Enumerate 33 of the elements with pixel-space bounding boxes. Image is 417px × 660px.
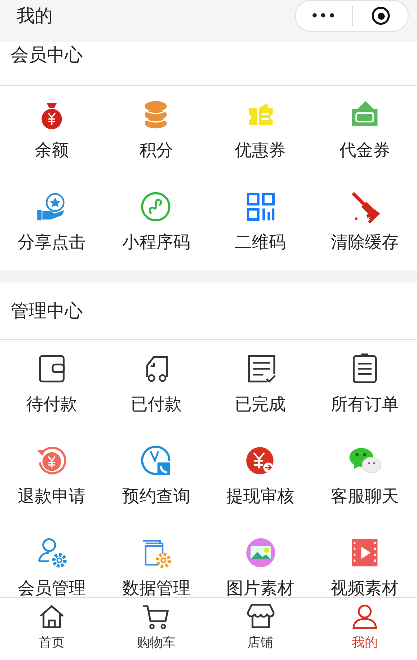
close-icon[interactable] xyxy=(372,7,390,25)
menu-item[interactable]: 分享点击 xyxy=(18,232,86,254)
menu-item[interactable]: 退款申请 xyxy=(18,486,86,508)
menu-item[interactable]: 所有订单 xyxy=(330,394,399,416)
page-title: 我的 xyxy=(17,5,53,28)
capsule-menu[interactable]: ••• xyxy=(295,0,409,32)
tab-item[interactable]: 店铺 xyxy=(208,598,313,660)
menu-item[interactable]: 优惠券 xyxy=(235,140,286,162)
menu-item[interactable]: 二维码 xyxy=(235,232,286,254)
image-circle-icon xyxy=(244,536,278,570)
link-circle-icon xyxy=(139,190,174,224)
clock-phone-icon xyxy=(139,444,174,478)
tab-item[interactable]: 首页 xyxy=(0,598,104,660)
menu-item[interactable]: 小程序码 xyxy=(122,232,190,254)
menu-item[interactable]: 余额 xyxy=(35,140,70,162)
menu-item[interactable]: 积分 xyxy=(139,140,174,162)
menu-item[interactable]: 预约查询 xyxy=(122,486,190,508)
menu-item[interactable]: 数据管理 xyxy=(122,578,190,597)
tab-item[interactable]: 购物车 xyxy=(104,598,208,660)
menu-item[interactable]: 图片素材 xyxy=(226,578,295,597)
menu-item[interactable]: 清除缓存 xyxy=(330,232,399,254)
menu-item[interactable]: 代金券 xyxy=(339,140,390,162)
menu-item[interactable]: 视频素材 xyxy=(330,578,399,597)
menu-item[interactable]: 已付款 xyxy=(130,394,182,416)
menu-item[interactable]: 提现审核 xyxy=(226,486,295,508)
more-menu-button[interactable]: ••• xyxy=(296,9,352,23)
menu-item[interactable]: 会员管理 xyxy=(18,578,86,597)
menu-item[interactable]: 客服聊天 xyxy=(330,486,399,508)
section-title: 会员中心 xyxy=(11,44,83,67)
menu-item[interactable]: 已完成 xyxy=(235,394,286,416)
section-title: 管理中心 xyxy=(11,300,83,323)
tab-item[interactable]: 我的 xyxy=(312,598,417,660)
menu-item[interactable]: 待付款 xyxy=(26,394,78,416)
